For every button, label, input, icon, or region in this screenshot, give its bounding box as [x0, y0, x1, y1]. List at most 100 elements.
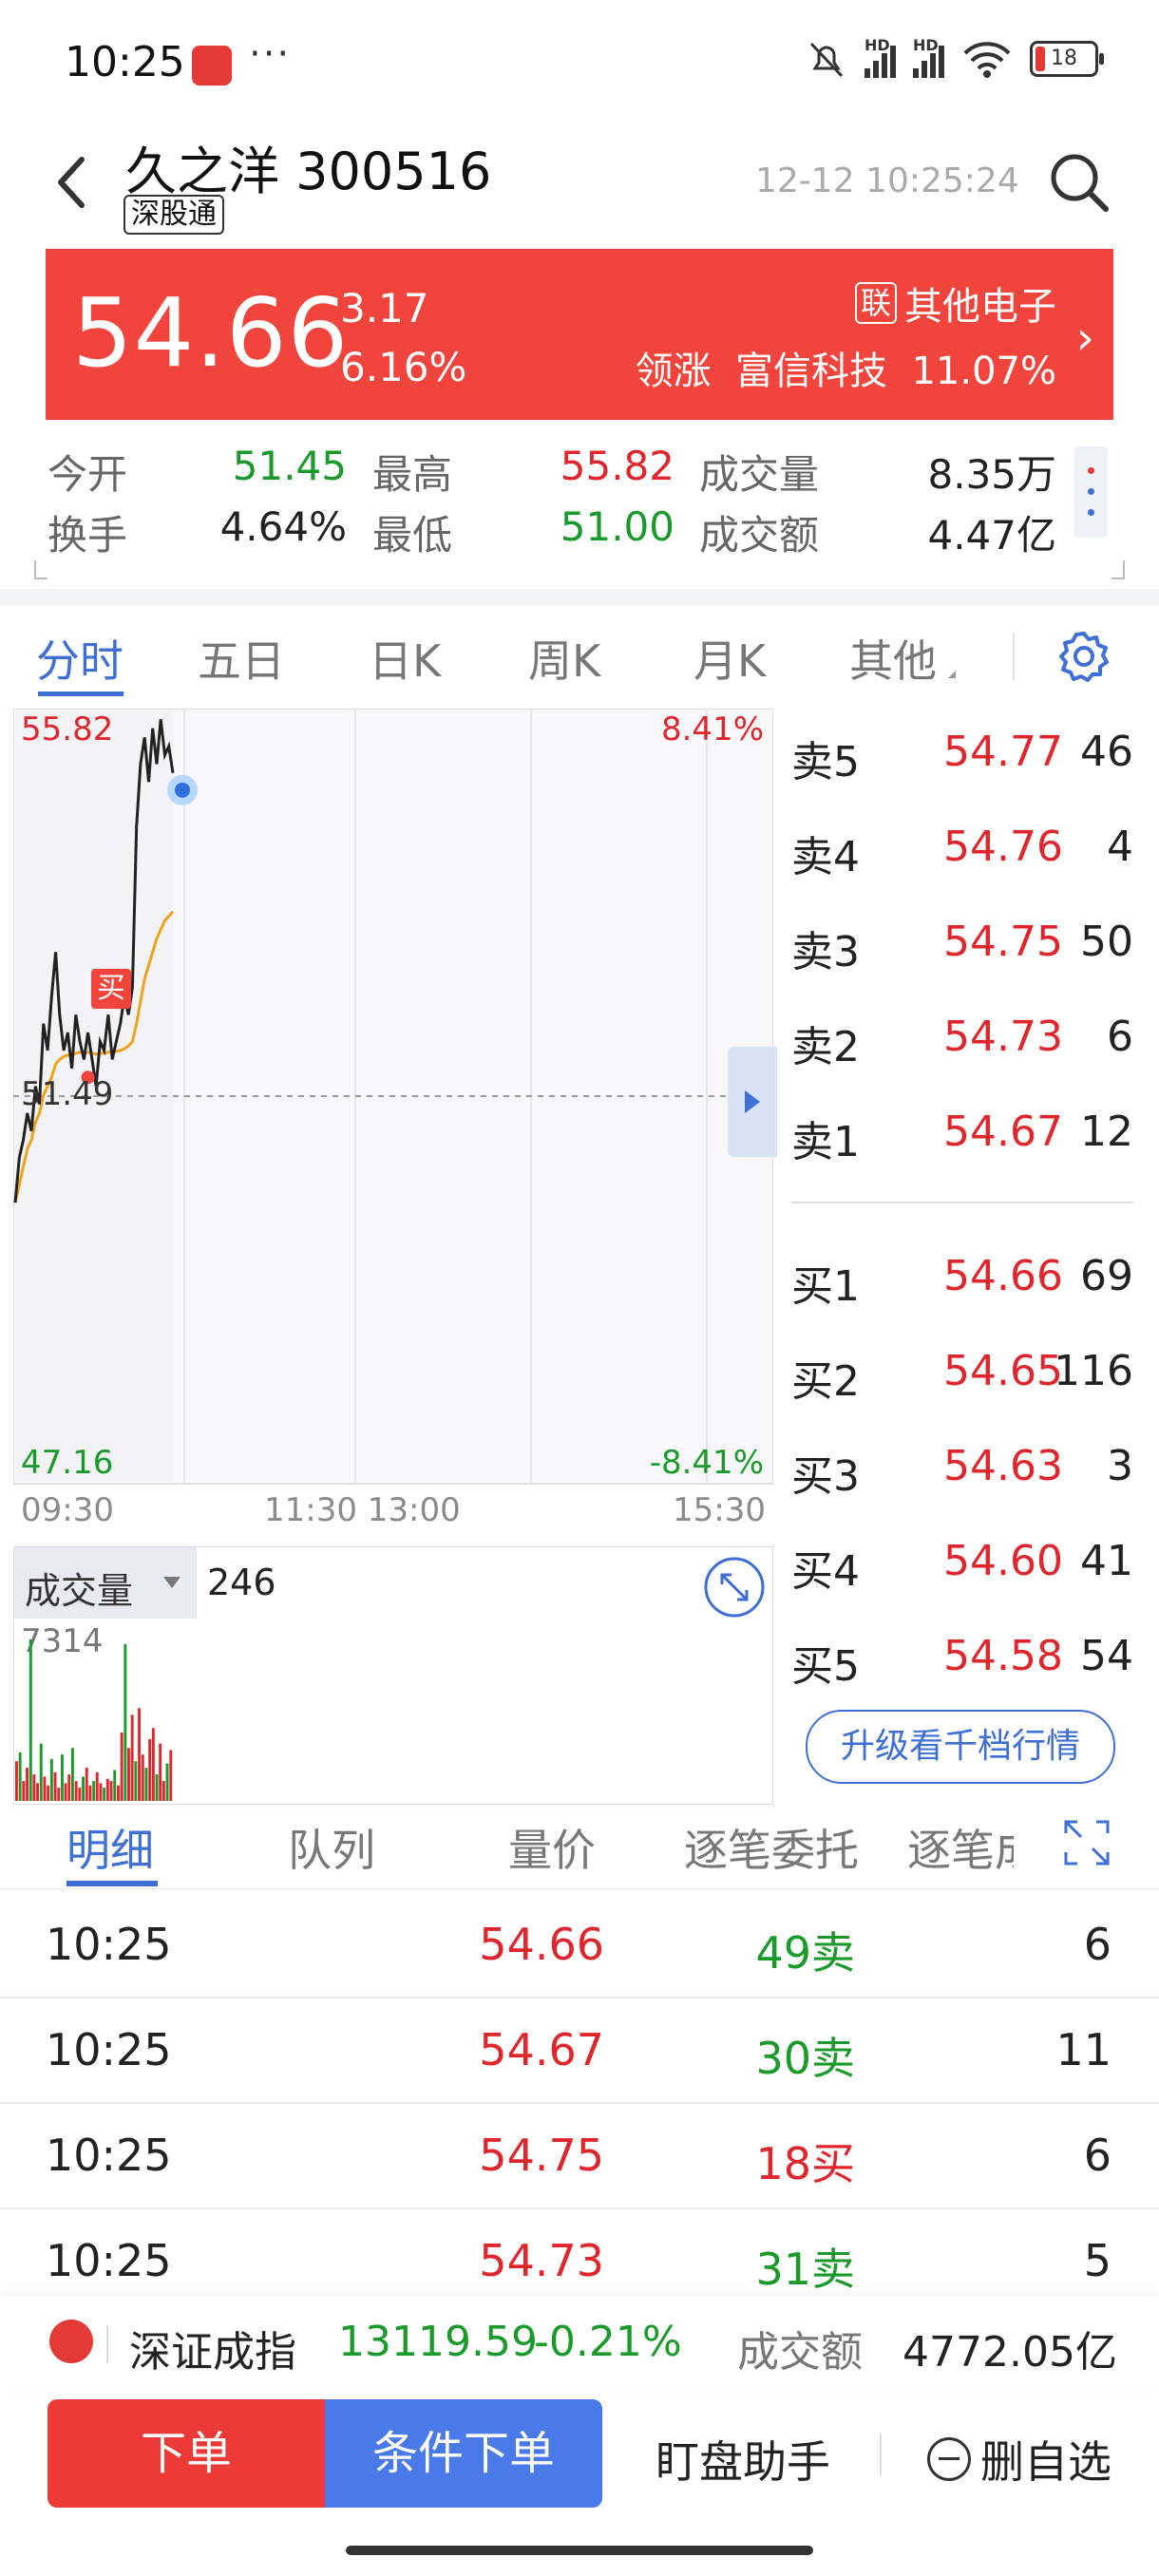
- ask-row[interactable]: 卖2 54.73 6: [791, 1013, 1133, 1071]
- expand-icon[interactable]: [1062, 1818, 1112, 1867]
- tab-queue[interactable]: 队列: [288, 1816, 375, 1879]
- bid-price: 54.58: [943, 1632, 1063, 1680]
- volume-bar: [15, 1761, 18, 1801]
- tab-trade-by-trade[interactable]: 逐笔成: [907, 1816, 1014, 1879]
- buy-marker[interactable]: 买: [91, 969, 131, 1009]
- ask-row[interactable]: 卖1 54.67 12: [791, 1108, 1133, 1166]
- intraday-chart[interactable]: 55.82 8.41% 51.49 47.16 -8.41% 09:30 11:…: [13, 709, 777, 1529]
- turnover-label: 换手: [48, 512, 128, 559]
- ask-level: 卖1: [791, 1118, 860, 1166]
- change-percent: 6.16%: [340, 344, 467, 390]
- bid-price: 54.66: [943, 1252, 1063, 1300]
- tab-other[interactable]: 其他: [849, 627, 937, 690]
- amount-value: 4.47亿: [927, 512, 1056, 559]
- index-ticker-bar[interactable]: 深证成指 13119.59 -0.21% 成交额 4772.05亿: [0, 2297, 1159, 2392]
- ask-price: 54.77: [943, 728, 1063, 776]
- ask-level: 卖4: [791, 833, 860, 881]
- trade-count: 11: [1055, 2024, 1112, 2075]
- quote-timestamp: 12-12 10:25:24: [755, 161, 1019, 200]
- trade-time: 10:25: [46, 2235, 172, 2286]
- sector-label[interactable]: 联 其他电子: [854, 275, 1056, 331]
- more-stats-icon[interactable]: [1074, 446, 1108, 538]
- more-notifications-icon: ···: [249, 32, 292, 76]
- bid-row[interactable]: 买3 54.63 3: [791, 1442, 1133, 1501]
- pct-min-label: -8.41%: [649, 1444, 764, 1482]
- volume-bar: [134, 1761, 138, 1801]
- battery-level: 18: [1051, 47, 1077, 70]
- sector-badge: 联: [854, 282, 897, 324]
- low-value: 51.00: [560, 503, 674, 550]
- action-separator: [880, 2434, 882, 2475]
- price-change: 3.17 6.16%: [340, 279, 466, 397]
- bid-volume: 3: [1107, 1442, 1133, 1490]
- connect-tag: 深股通: [124, 195, 224, 235]
- ask-row[interactable]: 卖3 54.75 50: [791, 918, 1133, 976]
- ask-volume: 12: [1080, 1108, 1133, 1156]
- bid-level: 买3: [791, 1452, 860, 1501]
- ask-row[interactable]: 卖5 54.77 46: [791, 728, 1133, 786]
- trade-row[interactable]: 10:25 54.66 49卖 6: [0, 1892, 1159, 1998]
- trade-row[interactable]: 10:25 54.67 30卖 11: [0, 1998, 1159, 2104]
- bid-row[interactable]: 买2 54.65 116: [791, 1347, 1133, 1406]
- trade-volume: 18买: [755, 2138, 855, 2189]
- y-max-label: 55.82: [21, 710, 114, 748]
- tab-order-by-order[interactable]: 逐笔委托: [684, 1816, 859, 1879]
- bid-row[interactable]: 买4 54.60 41: [791, 1537, 1133, 1596]
- back-icon[interactable]: [44, 144, 101, 220]
- volume-panel[interactable]: 成交量 246 7314: [13, 1546, 773, 1805]
- ask-price: 54.76: [943, 823, 1063, 871]
- search-icon[interactable]: [1045, 148, 1113, 217]
- chevron-right-icon[interactable]: ›: [1076, 312, 1094, 365]
- trade-price: 54.67: [479, 2024, 604, 2075]
- bid-level: 买1: [791, 1262, 860, 1311]
- chart-canvas: [13, 709, 773, 1485]
- active-tab-indicator: [38, 691, 124, 696]
- trade-volume: 30卖: [755, 2033, 855, 2084]
- ask-row[interactable]: 卖4 54.76 4: [791, 823, 1133, 881]
- volume-bar: [18, 1752, 22, 1801]
- tab-monthly-k[interactable]: 月K: [694, 627, 766, 690]
- expand-orderbook-handle[interactable]: [728, 1047, 777, 1157]
- trade-time: 10:25: [46, 1919, 172, 1970]
- volume-bar: [169, 1750, 173, 1801]
- conditional-order-button[interactable]: 条件下单: [325, 2399, 602, 2508]
- active-detail-tab-indicator: [66, 1881, 158, 1886]
- lead-pct: 11.07%: [911, 350, 1056, 393]
- home-indicator[interactable]: [346, 2546, 813, 2555]
- trade-price: 54.73: [479, 2235, 604, 2286]
- trade-count: 6: [1083, 1919, 1112, 1970]
- last-price: 54.66: [72, 277, 350, 388]
- mute-bell-icon: [809, 42, 844, 78]
- index-name: 深证成指: [129, 2328, 296, 2377]
- tab-volume-price[interactable]: 量价: [508, 1816, 596, 1879]
- trade-count: 5: [1083, 2235, 1112, 2286]
- tab-details[interactable]: 明细: [66, 1816, 154, 1879]
- corner-mark: [34, 560, 48, 579]
- tab-five-day[interactable]: 五日: [198, 627, 285, 690]
- ask-price: 54.67: [943, 1108, 1063, 1156]
- trade-row[interactable]: 10:25 54.75 18买 6: [0, 2103, 1159, 2209]
- lead-stock: 富信科技: [735, 350, 888, 393]
- volume-bar: [39, 1743, 43, 1801]
- bid-volume: 116: [1054, 1347, 1133, 1395]
- price-banner[interactable]: 54.66 3.17 6.16% 联 其他电子 领涨 富信科技 11.07% ›: [46, 249, 1113, 420]
- index-value: 13119.59: [338, 2318, 538, 2366]
- pct-max-label: 8.41%: [660, 710, 764, 748]
- remove-watchlist-label: 删自选: [980, 2436, 1112, 2488]
- upgrade-depth-button[interactable]: 升级看千档行情: [806, 1710, 1115, 1784]
- volume-bar: [124, 1644, 127, 1801]
- tab-daily-k[interactable]: 日K: [369, 627, 441, 690]
- settings-gear-icon[interactable]: [1056, 629, 1112, 684]
- bid-row[interactable]: 买1 54.66 69: [791, 1252, 1133, 1311]
- ask-level: 卖5: [791, 738, 860, 786]
- watch-assistant-button[interactable]: 盯盘助手: [656, 2428, 830, 2491]
- divider: [0, 589, 1159, 606]
- bid-row[interactable]: 买5 54.58 54: [791, 1632, 1133, 1691]
- volume-bar: [61, 1754, 64, 1801]
- tab-weekly-k[interactable]: 周K: [528, 627, 600, 690]
- volume-bar: [120, 1732, 124, 1801]
- tab-intraday[interactable]: 分时: [36, 627, 124, 690]
- order-button[interactable]: 下单: [48, 2399, 325, 2508]
- status-time: 10:25: [65, 38, 185, 86]
- remove-watchlist-button[interactable]: 删自选: [927, 2428, 1112, 2491]
